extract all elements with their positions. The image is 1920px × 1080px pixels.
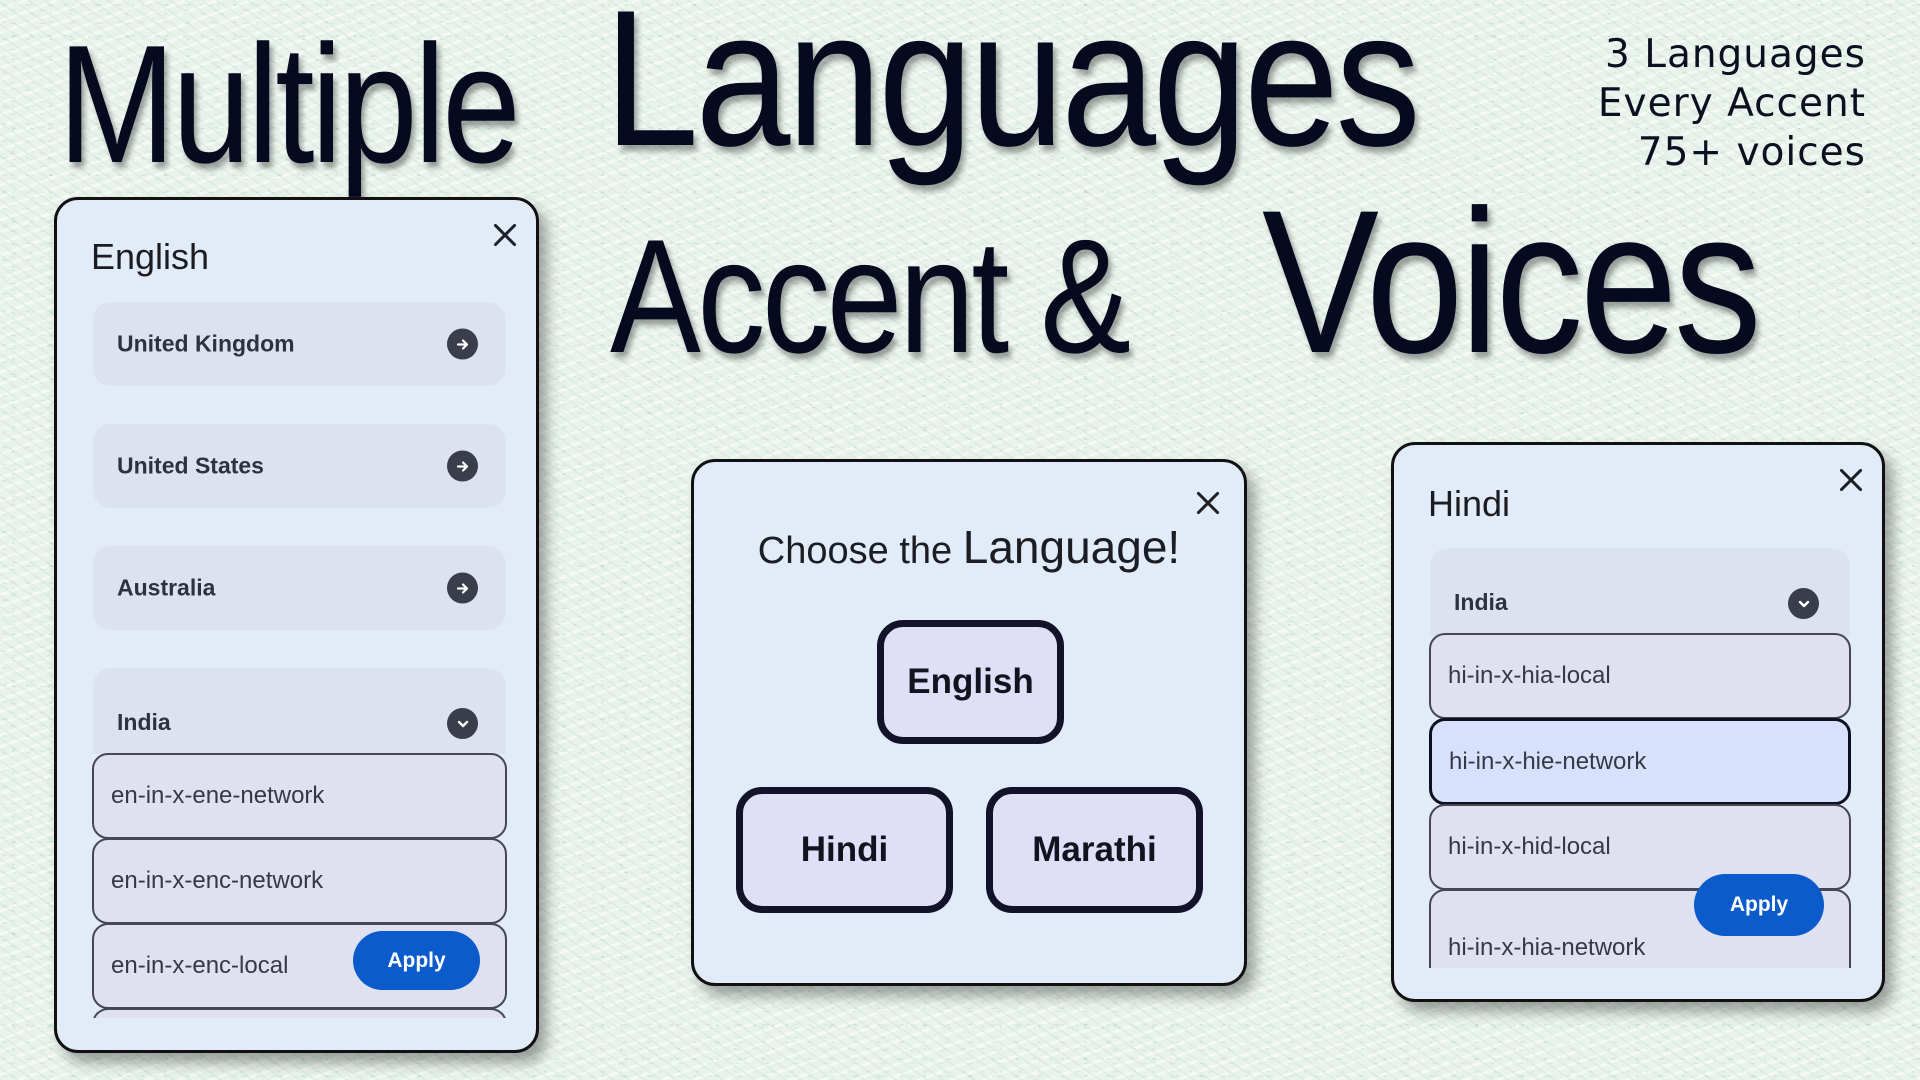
dialog-title: Hindi	[1428, 483, 1511, 524]
region-label: United States	[117, 452, 264, 479]
voice-option[interactable]: en-in-x-enc-network	[92, 838, 507, 924]
region-label: India	[117, 709, 171, 735]
title-part-2: Language!	[962, 521, 1181, 573]
list-fade	[87, 1018, 512, 1050]
english-dialog: English United Kingdom United States Aus…	[54, 197, 539, 1053]
chevron-down-icon[interactable]	[447, 708, 478, 739]
voice-label: en-in-x-enc-network	[111, 867, 324, 894]
voice-option-selected[interactable]: hi-in-x-hie-network	[1429, 718, 1851, 805]
tagline-languages: 3 Languages	[1605, 32, 1866, 77]
title-part-1: Choose the	[757, 530, 953, 572]
arrow-right-icon[interactable]	[447, 450, 478, 482]
voice-label: hi-in-x-hid-local	[1448, 833, 1611, 860]
arrow-right-icon[interactable]	[447, 328, 478, 360]
apply-button[interactable]: Apply	[1694, 874, 1824, 936]
voice-option[interactable]: en-in-x-ene-network	[92, 753, 507, 839]
close-icon[interactable]	[1196, 491, 1220, 515]
region-label: United Kingdom	[117, 330, 295, 357]
choose-language-dialog: Choose the Language! English Hindi Marat…	[691, 459, 1247, 986]
tagline-accent: Every Accent	[1597, 81, 1866, 126]
close-icon[interactable]	[1839, 468, 1863, 492]
region-australia[interactable]: Australia	[93, 546, 506, 630]
region-india[interactable]: India	[1430, 548, 1850, 636]
apply-button[interactable]: Apply	[353, 931, 480, 990]
hindi-dialog: Hindi India hi-in-x-hia-local hi-in-x-hi…	[1391, 442, 1885, 1002]
headline-voices: Voices	[1262, 168, 1762, 396]
close-icon[interactable]	[493, 223, 517, 247]
english-button[interactable]: English	[877, 620, 1064, 744]
voice-label: en-in-x-ene-network	[111, 782, 325, 809]
headline-accent: Accent &	[610, 206, 1131, 387]
voice-label: hi-in-x-hie-network	[1449, 747, 1647, 775]
voice-label: hi-in-x-hia-local	[1448, 662, 1611, 689]
region-india[interactable]: India	[93, 668, 506, 754]
voice-option[interactable]: hi-in-x-hia-local	[1429, 633, 1851, 719]
region-label: India	[1454, 589, 1508, 615]
marathi-button[interactable]: Marathi	[986, 787, 1203, 913]
headline-multiple: Multiple	[58, 10, 521, 198]
tagline-voices: 75+ voices	[1637, 130, 1866, 175]
tagline: 3 Languages Every Accent 75+ voices	[1598, 30, 1866, 177]
region-united-states[interactable]: United States	[93, 424, 506, 508]
headline-languages: Languages	[604, 0, 1421, 187]
chevron-down-icon[interactable]	[1788, 588, 1819, 619]
voice-label: hi-in-x-hia-network	[1448, 934, 1646, 961]
region-label: Australia	[117, 574, 216, 601]
voice-label: en-in-x-enc-local	[111, 952, 289, 979]
arrow-right-icon[interactable]	[447, 572, 478, 604]
hindi-button[interactable]: Hindi	[736, 787, 953, 913]
region-united-kingdom[interactable]: United Kingdom	[93, 302, 506, 386]
dialog-title: English	[91, 236, 210, 277]
list-fade	[1424, 968, 1856, 999]
dialog-title: Choose the Language!	[694, 520, 1244, 574]
